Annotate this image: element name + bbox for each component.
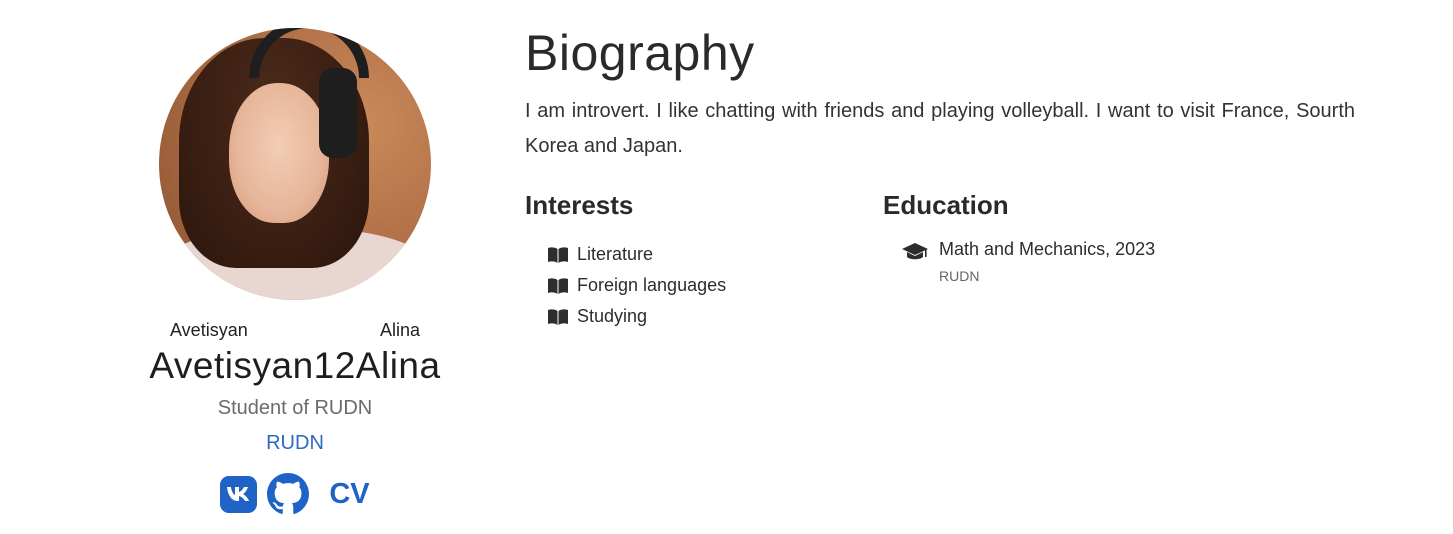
username: Avetisyan12Alina xyxy=(149,345,441,386)
interests-section: Interests Literature Foreign languages S… xyxy=(525,190,883,332)
education-item: Math and Mechanics, 2023 RUDN xyxy=(883,239,1353,284)
book-icon xyxy=(548,308,568,325)
biography-title: Biography xyxy=(525,25,755,81)
interests-title: Interests xyxy=(525,190,634,220)
biography-section: Biography I am introvert. I like chattin… xyxy=(525,24,1355,332)
book-icon xyxy=(548,246,568,263)
profile-card: Avetisyan Alina Avetisyan12Alina Student… xyxy=(120,28,470,515)
interest-item: Studying xyxy=(547,301,883,332)
graduation-cap-icon xyxy=(902,243,928,260)
vk-icon[interactable] xyxy=(220,475,258,513)
avatar xyxy=(159,28,431,300)
cv-link[interactable]: CV xyxy=(329,478,369,511)
role: Student of RUDN xyxy=(217,397,373,419)
education-section: Education Math and Mechanics, 2023 RUDN xyxy=(883,190,1353,332)
first-name: Alina xyxy=(379,320,420,340)
github-icon[interactable] xyxy=(267,473,310,515)
last-name: Avetisyan xyxy=(170,320,248,340)
education-degree: Math and Mechanics, 2023 xyxy=(939,239,1156,259)
biography-text: I am introvert. I like chatting with fri… xyxy=(525,100,1355,157)
interest-item: Literature xyxy=(547,239,883,270)
social-links: CV xyxy=(120,473,470,515)
book-icon xyxy=(548,277,568,294)
education-title: Education xyxy=(883,190,1009,220)
organization-link[interactable]: RUDN xyxy=(266,432,324,455)
full-name: Avetisyan Alina xyxy=(170,320,420,341)
interest-item: Foreign languages xyxy=(547,270,883,301)
education-institution: RUDN xyxy=(939,268,980,284)
